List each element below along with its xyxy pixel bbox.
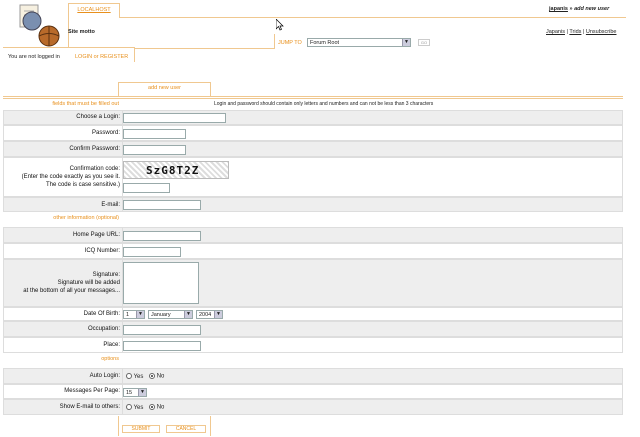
user-link[interactable]: japanis [549, 6, 568, 12]
homepage-label: Home Page URL: [72, 232, 120, 238]
icq-label: ICQ Number: [84, 248, 120, 254]
section-required-title: fields that must be filled out [52, 101, 119, 107]
row-icq: ICQ Number: [3, 243, 623, 259]
section-options-title: options [101, 356, 119, 362]
captcha-input[interactable] [123, 183, 170, 193]
confirmation-label: Confirmation code: (Enter the code exact… [21, 166, 120, 188]
row-confirmation-code: Confirmation code: (Enter the code exact… [3, 157, 623, 197]
mpp-select[interactable]: 15 ▼ [123, 388, 147, 397]
show-email-yes-radio[interactable] [126, 404, 132, 410]
mpp-label: Messages Per Page: [64, 388, 120, 394]
nav-link-unsubscribe[interactable]: Unsubscribe [586, 29, 617, 35]
nav-link-trids[interactable]: Trids [569, 29, 581, 35]
place-label: Place: [103, 342, 120, 348]
section-optional: other information (optional) [3, 214, 623, 223]
signature-label: Signature: Signature will be added at th… [23, 272, 120, 294]
autologin-yes-radio[interactable] [126, 373, 132, 379]
chevron-down-icon: ▼ [214, 311, 222, 318]
login-input[interactable] [123, 113, 226, 123]
captcha-text: SzG8T2Z [146, 164, 200, 177]
cancel-button[interactable]: CANCEL [166, 425, 206, 433]
section-optional-title: other information (optional) [53, 215, 119, 221]
captcha-image: SzG8T2Z [123, 161, 229, 179]
row-messages-per-page: Messages Per Page: 15 ▼ [3, 384, 623, 399]
place-input[interactable] [123, 341, 201, 351]
row-signature: Signature: Signature will be added at th… [3, 259, 623, 307]
row-dob: Date Of Birth: 1 ▼ January ▼ 2004 ▼ [3, 307, 623, 321]
login-label: Choose a Login: [76, 114, 120, 120]
mouse-cursor-icon [276, 19, 284, 31]
tab-add-new-user-label: add new user [147, 85, 182, 91]
autologin-label: Auto Login: [89, 373, 120, 379]
chevron-down-icon: ▼ [184, 311, 192, 318]
login-status-text: You are not logged in [8, 54, 60, 60]
autologin-options: Yes No [126, 373, 164, 380]
occupation-label: Occupation: [87, 326, 120, 332]
password-label: Password: [91, 130, 120, 136]
row-email: E-mail: [3, 197, 623, 212]
confirm-password-input[interactable] [123, 145, 186, 155]
email-input[interactable] [123, 200, 201, 210]
row-homepage: Home Page URL: [3, 227, 623, 243]
dob-label: Date Of Birth: [83, 311, 120, 317]
show-email-label: Show E-mail to others: [59, 404, 120, 410]
row-login: Choose a Login: [3, 110, 623, 125]
show-email-no-radio[interactable] [149, 404, 156, 410]
site-logo[interactable] [12, 3, 62, 48]
tab-localhost[interactable]: LOCALHOST [68, 3, 120, 18]
tab-localhost-label: LOCALHOST [77, 7, 111, 13]
submit-button[interactable]: SUBMIT [122, 425, 160, 433]
chevron-down-icon: ▼ [136, 311, 144, 318]
current-page-title: add new user [574, 6, 610, 12]
row-place: Place: [3, 337, 623, 353]
row-confirm-password: Confirm Password: [3, 141, 623, 157]
logo-icon [19, 4, 60, 47]
show-email-options: Yes No [126, 404, 164, 411]
occupation-input[interactable] [123, 325, 201, 335]
password-input[interactable] [123, 129, 186, 139]
confirm-password-label: Confirm Password: [69, 146, 120, 152]
top-nav-links: Japanis | Trids | Unsubscribe [546, 29, 617, 35]
dob-month-select[interactable]: January ▼ [148, 310, 193, 319]
dob-year-select[interactable]: 2004 ▼ [196, 310, 223, 319]
homepage-input[interactable] [123, 231, 201, 241]
section-options: options [3, 355, 623, 364]
row-password: Password: [3, 125, 623, 141]
email-label: E-mail: [101, 202, 120, 208]
login-link[interactable]: LOGIN [75, 54, 92, 60]
site-motto: Site motto [68, 29, 95, 35]
row-show-email: Show E-mail to others: Yes No [3, 399, 623, 415]
row-autologin: Auto Login: Yes No [3, 368, 623, 384]
dob-day-select[interactable]: 1 ▼ [123, 310, 145, 319]
jump-to-value: Forum Root [310, 40, 340, 46]
form-note: Login and password should contain only l… [214, 101, 434, 107]
icq-input[interactable] [123, 247, 181, 257]
nav-link-search[interactable]: Japanis [546, 29, 565, 35]
jump-to-label: JUMP TO [278, 40, 302, 46]
signature-textarea[interactable] [123, 262, 199, 304]
chevron-down-icon: ▼ [138, 389, 146, 396]
chevron-down-icon: ▼ [402, 39, 410, 46]
jump-go-button[interactable]: GO [418, 39, 430, 46]
autologin-no-radio[interactable] [149, 373, 156, 379]
top-user-nav: japanis » add new user [549, 6, 609, 12]
row-occupation: Occupation: [3, 321, 623, 337]
register-link[interactable]: REGISTER [100, 54, 128, 60]
login-register: LOGIN or REGISTER [75, 54, 129, 60]
section-required: fields that must be filled out Login and… [3, 100, 623, 109]
nav-sep: » [569, 6, 573, 12]
tab-add-new-user: add new user [118, 82, 211, 97]
jump-to-select[interactable]: Forum Root ▼ [307, 38, 411, 47]
